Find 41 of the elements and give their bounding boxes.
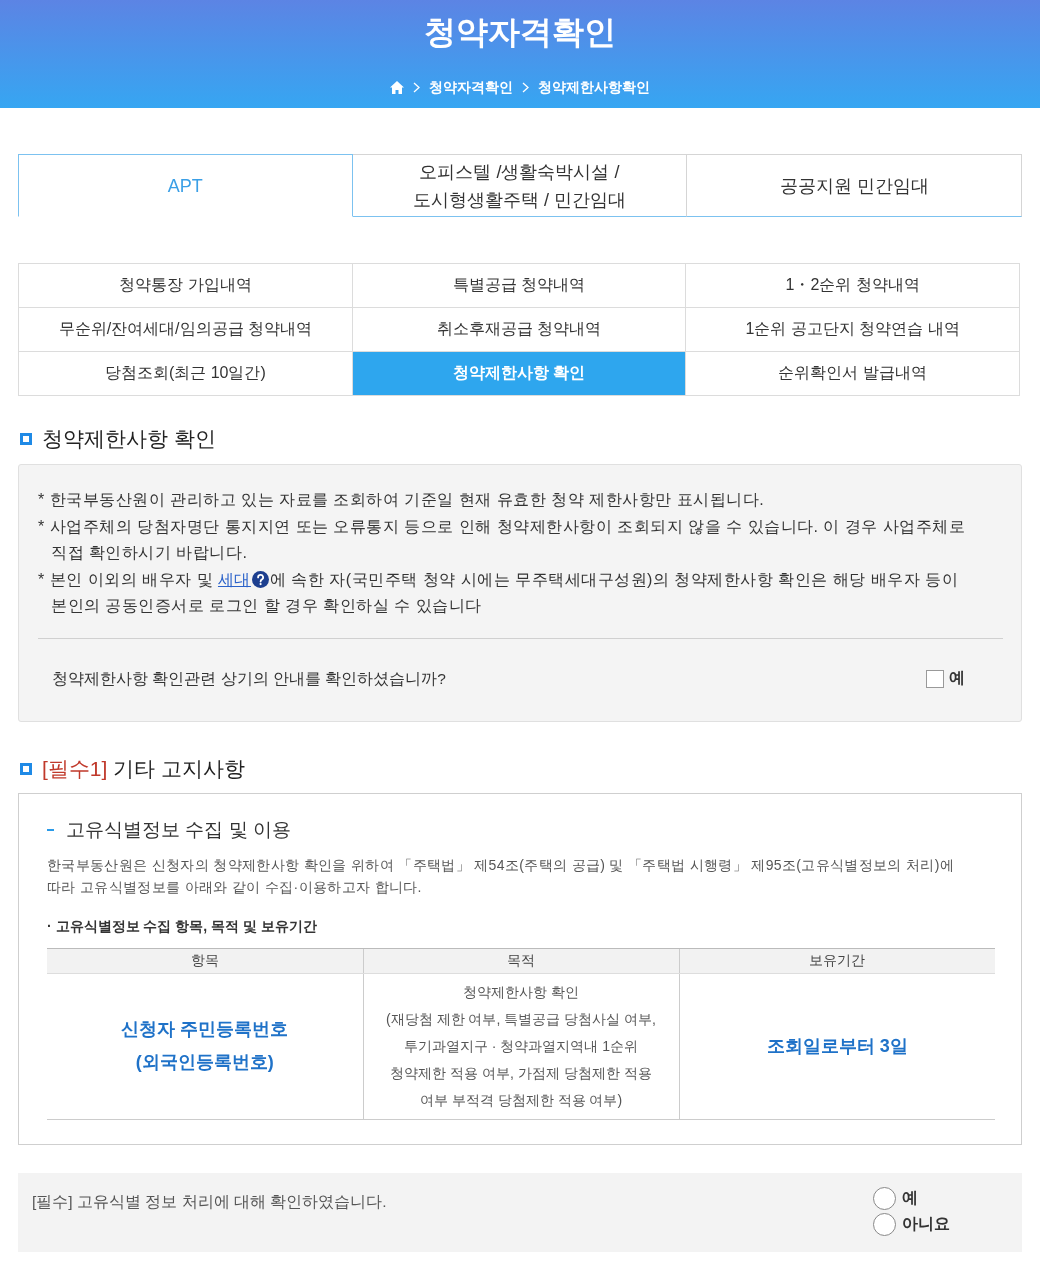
menu-item[interactable]: 1・2순위 청약내역 <box>686 264 1020 308</box>
checkbox[interactable] <box>926 669 944 688</box>
notice-text: * 본인 이외의 배우자 및 세대 에 속한 자(국민주택 청약 시에는 무주택세대구성원)의 청약제한사항 확인은 해당 배우자 등이 본인의 공동인증서로 로그인 할 경우 확인하실 수 있습니다 <box>38 569 960 616</box>
help-icon[interactable] <box>251 570 269 588</box>
subheading: 고유식별정보 수집 및 이용 <box>66 817 291 842</box>
dash-icon <box>47 828 54 831</box>
radio-button[interactable] <box>873 1212 896 1236</box>
column-header: 항목 <box>47 948 363 973</box>
list-item: · 고유식별정보 수집 항목, 목적 및 보유기간 <box>47 916 318 936</box>
menu-item[interactable]: 1순위 공고단지 청약연습 내역 <box>686 308 1020 352</box>
tab[interactable]: 공공지원 민간임대 <box>687 154 1022 217</box>
radio-label[interactable]: 아니요 <box>902 1214 950 1234</box>
chevron-icon <box>413 81 420 93</box>
column-header: 목적 <box>363 948 679 973</box>
page-title: 청약자격확인 <box>423 13 617 52</box>
checkbox-label[interactable]: 예 <box>949 668 965 689</box>
square-bullet-icon <box>20 762 32 775</box>
notice-text: * 사업주체의 당첨자명단 통지지연 또는 오류통지 등으로 인해 청약제한사항이 조회되지 않을 수 있습니다. 이 경우 사업주체로 직접 확인하시기 바랍니다. <box>38 516 967 563</box>
table-cell: 청약제한사항 확인 (재당첨 제한 여부, 특별공급 당첨사실 여부, 투기과열지구 · 청약과열지역내 1순위 청약제한 적용 여부, 가점제 당첨제한 적용 여부 부적격 당첨제한 적용 여부) <box>363 973 679 1119</box>
column-header: 보유기간 <box>679 948 995 973</box>
household-link[interactable]: 세대 <box>217 570 251 588</box>
menu-item[interactable]: 취소후재공급 청약내역 <box>352 308 687 352</box>
notice-paragraph: 한국부동산원은 신청자의 청약제한사항 확인을 위하여 「주택법」 제54조(주택의 공급) 및 「주택법 시행령」 제95조(고유식별정보의 처리)에 따라 고유식별정보를 아래와 같이 수집·이용하고자 합니다. <box>47 855 956 897</box>
menu-item[interactable]: 청약통장 가입내역 <box>19 264 353 308</box>
section-title: 청약제한사항 확인 <box>42 426 216 452</box>
square-bullet-icon <box>20 433 32 445</box>
notice-text: * 한국부동산원이 관리하고 있는 자료를 조회하여 기준일 현재 유효한 청약 제한사항만 표시됩니다. <box>38 490 766 510</box>
section-title: [필수1] 기타 고지사항 <box>42 755 246 782</box>
table-cell: 조회일로부터 3일 <box>679 973 995 1119</box>
confirm-question: 청약제한사항 확인관련 상기의 안내를 확인하셨습니까? <box>52 668 446 689</box>
menu-item[interactable]: 순위확인서 발급내역 <box>686 352 1020 396</box>
radio-label[interactable]: 예 <box>902 1188 918 1208</box>
table-cell: 신청자 주민등록번호 (외국인등록번호) <box>47 973 363 1119</box>
home-icon[interactable] <box>390 80 404 94</box>
menu-item[interactable]: 무순위/잔여세대/임의공급 청약내역 <box>19 308 353 352</box>
menu-item[interactable]: 당첨조회(최근 10일간) <box>19 352 353 396</box>
agreement-text: [필수] 고유식별 정보 처리에 대해 확인하였습니다. <box>32 1191 387 1212</box>
tab[interactable]: 오피스텔 /생활숙박시설 / 도시형생활주택 / 민간임대 <box>352 154 688 217</box>
chevron-icon <box>522 81 529 93</box>
radio-button[interactable] <box>873 1186 896 1210</box>
menu-item[interactable]: 특별공급 청약내역 <box>352 264 687 308</box>
